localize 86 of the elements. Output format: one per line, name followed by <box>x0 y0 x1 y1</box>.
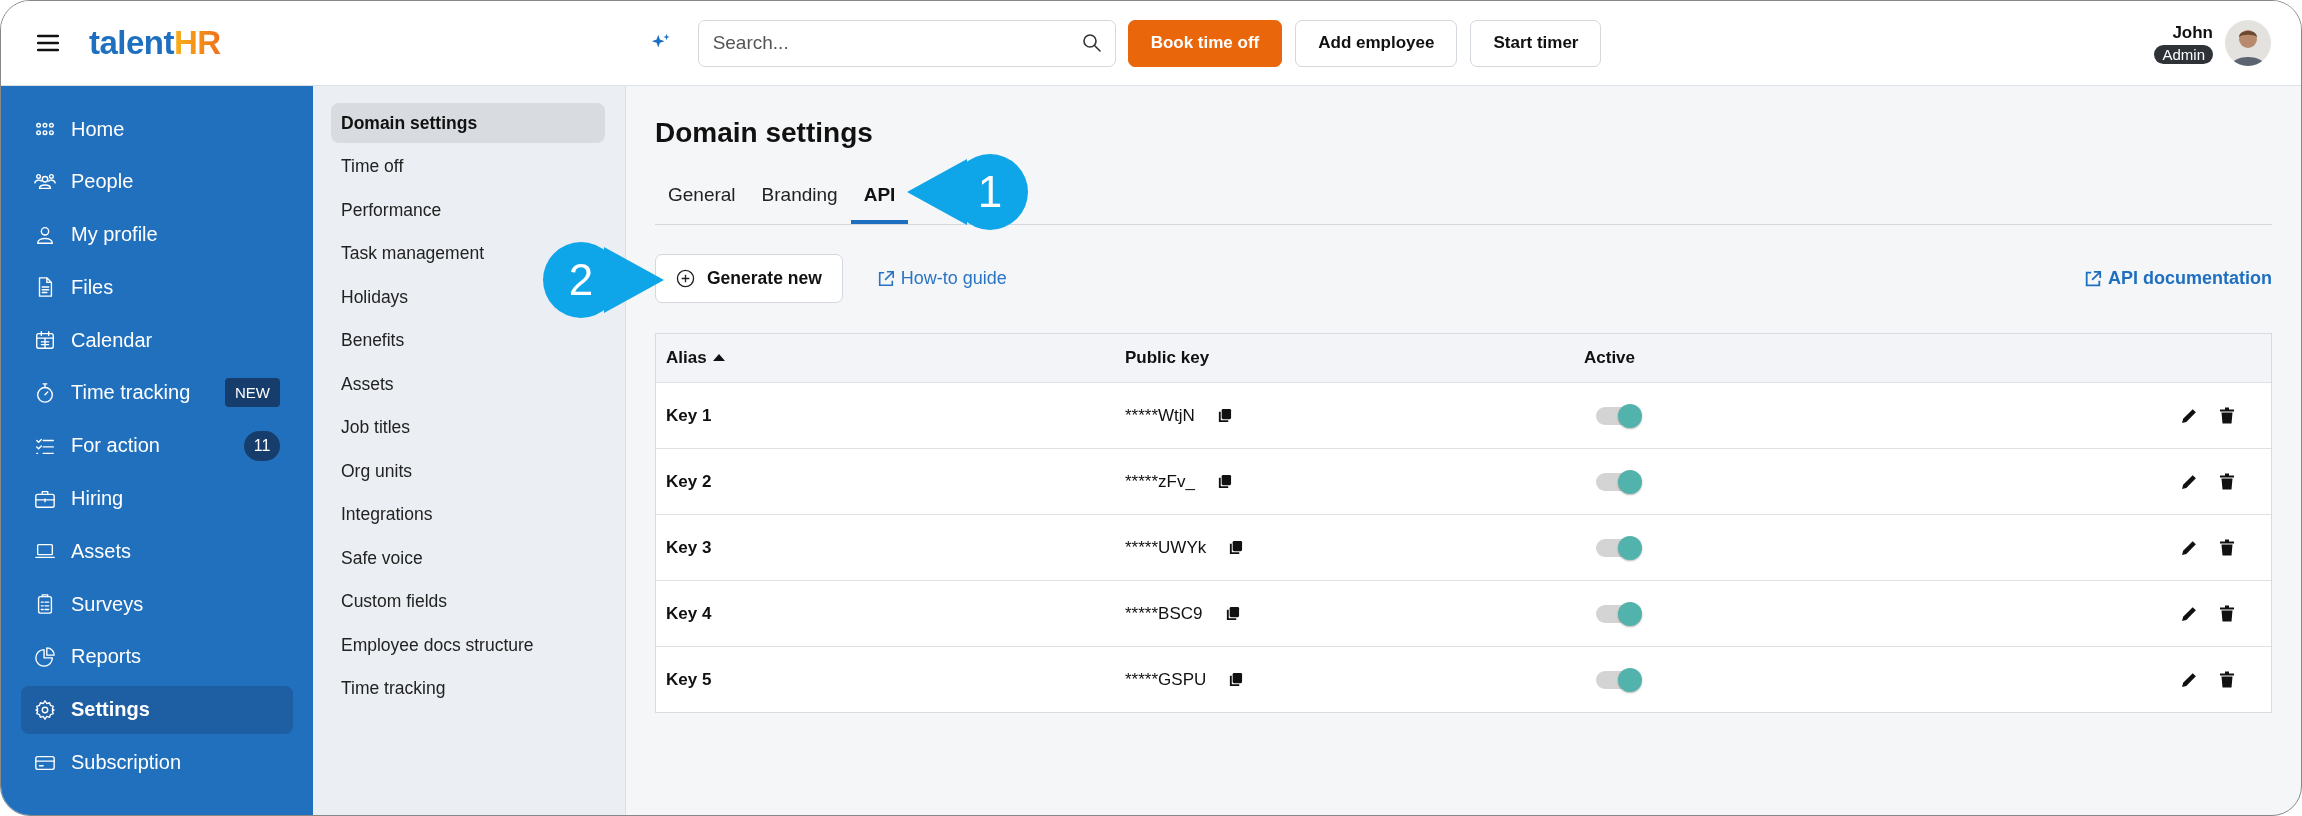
table-cell: *****GSPU <box>1125 669 1207 690</box>
delete-icon[interactable] <box>2220 605 2234 622</box>
external-link-icon <box>876 269 895 288</box>
sidebar-item[interactable]: Files <box>21 263 293 312</box>
new-badge: NEW <box>225 378 280 408</box>
edit-icon[interactable] <box>2181 539 2198 556</box>
header-button[interactable]: Add employee <box>1295 19 1458 67</box>
settings-menu-item[interactable]: Integrations <box>331 494 443 535</box>
toggle-switch[interactable] <box>1596 538 1640 557</box>
search-icon[interactable] <box>1081 32 1102 53</box>
sidebar-item[interactable]: Reports <box>21 632 293 681</box>
header-button[interactable]: Start timer <box>1470 19 1602 67</box>
copy-icon[interactable] <box>1216 408 1232 423</box>
settings-menu-item[interactable]: Domain settings <box>331 103 605 143</box>
settings-menu-item[interactable]: Org units <box>331 451 422 491</box>
pie-chart-icon <box>34 645 56 668</box>
calendar-icon <box>34 329 56 352</box>
avatar[interactable] <box>2225 20 2271 66</box>
table-cell-text: Key 5 <box>666 669 713 690</box>
user-name: John <box>2172 22 2213 43</box>
sidebar-item[interactable]: Home <box>21 105 293 153</box>
sidebar-item[interactable]: Settings <box>21 685 293 734</box>
toggle-switch[interactable] <box>1596 472 1640 491</box>
sidebar-item[interactable]: Subscription <box>21 738 293 787</box>
menu-icon[interactable] <box>37 34 59 52</box>
column-header[interactable]: Public key <box>1125 348 1210 368</box>
table-cell: *****WtjN <box>1125 405 1195 426</box>
delete-icon[interactable] <box>2220 407 2234 424</box>
sidebar-item[interactable]: Time tracking NEW <box>21 369 293 417</box>
toggle-switch[interactable] <box>1596 670 1640 689</box>
settings-menu-item[interactable]: Holidays <box>331 277 419 317</box>
page-title: Domain settings <box>655 116 874 150</box>
settings-menu-item[interactable]: Assets <box>331 364 404 404</box>
delete-icon[interactable] <box>2220 671 2234 688</box>
table-cell-text: Key 3 <box>666 537 713 558</box>
column-header[interactable]: Active <box>1584 348 1636 368</box>
settings-icon <box>34 698 56 721</box>
api-docs-link[interactable]: API documentation <box>2084 268 2272 289</box>
settings-menu-item[interactable]: Custom fields <box>331 581 457 622</box>
plus-circle-icon <box>676 269 695 288</box>
sort-ascending-icon[interactable] <box>712 354 725 362</box>
settings-menu-item[interactable]: Job titles <box>331 407 421 448</box>
sidebar-item[interactable]: Surveys <box>21 580 293 629</box>
toggle-switch[interactable] <box>1596 604 1640 623</box>
edit-icon[interactable] <box>2181 671 2198 688</box>
generate-button[interactable]: Generate new <box>655 254 843 303</box>
table-cell-text: Key 2 <box>666 471 713 492</box>
settings-menu-item[interactable]: Time tracking <box>331 668 456 709</box>
how-to-link[interactable]: How-to guide <box>876 268 1007 289</box>
tab[interactable]: General <box>655 170 749 224</box>
table-cell-text: Key 1 <box>666 405 713 426</box>
table-cell-text: Key 4 <box>666 603 713 624</box>
copy-icon[interactable] <box>1216 474 1232 489</box>
search-field[interactable]: Search... <box>697 19 1116 67</box>
edit-icon[interactable] <box>2181 605 2198 622</box>
settings-menu-item[interactable]: Performance <box>331 190 452 230</box>
tab[interactable]: API <box>850 170 909 224</box>
table-cell: *****zFv_ <box>1125 471 1195 492</box>
logo[interactable]: talentHR <box>89 24 221 62</box>
copy-icon[interactable] <box>1228 672 1244 687</box>
table-cell: *****UWYk <box>1125 537 1207 558</box>
settings-menu-item[interactable]: Task management <box>331 233 494 274</box>
external-link-icon <box>2084 269 2102 288</box>
tab[interactable]: Branding <box>748 170 851 224</box>
edit-icon[interactable] <box>2181 407 2198 424</box>
copy-icon[interactable] <box>1224 606 1240 621</box>
stopwatch-icon <box>34 382 56 404</box>
settings-menu-item[interactable]: Benefits <box>331 320 415 361</box>
sidebar-item[interactable]: Hiring <box>21 474 293 523</box>
settings-menu-item[interactable]: Employee docs structure <box>331 625 544 665</box>
toggle-switch[interactable] <box>1596 406 1640 425</box>
settings-menu-item[interactable]: Time off <box>331 146 414 187</box>
table-cell: *****BSC9 <box>1125 603 1203 624</box>
delete-icon[interactable] <box>2220 539 2234 556</box>
delete-icon[interactable] <box>2220 473 2234 490</box>
edit-icon[interactable] <box>2181 473 2198 490</box>
sidebar-item[interactable]: My profile <box>21 210 293 259</box>
copy-icon[interactable] <box>1228 540 1244 555</box>
column-header[interactable]: Alias <box>666 348 707 368</box>
sidebar-item[interactable]: For action 11 <box>21 421 293 470</box>
settings-menu-item[interactable]: Safe voice <box>331 538 433 578</box>
role-badge: Admin <box>2154 44 2213 64</box>
count-badge: 11 <box>244 430 280 461</box>
sidebar-item[interactable]: Calendar <box>21 316 293 365</box>
sidebar-item[interactable]: Assets <box>21 527 293 576</box>
sidebar-item[interactable]: People <box>21 157 293 206</box>
